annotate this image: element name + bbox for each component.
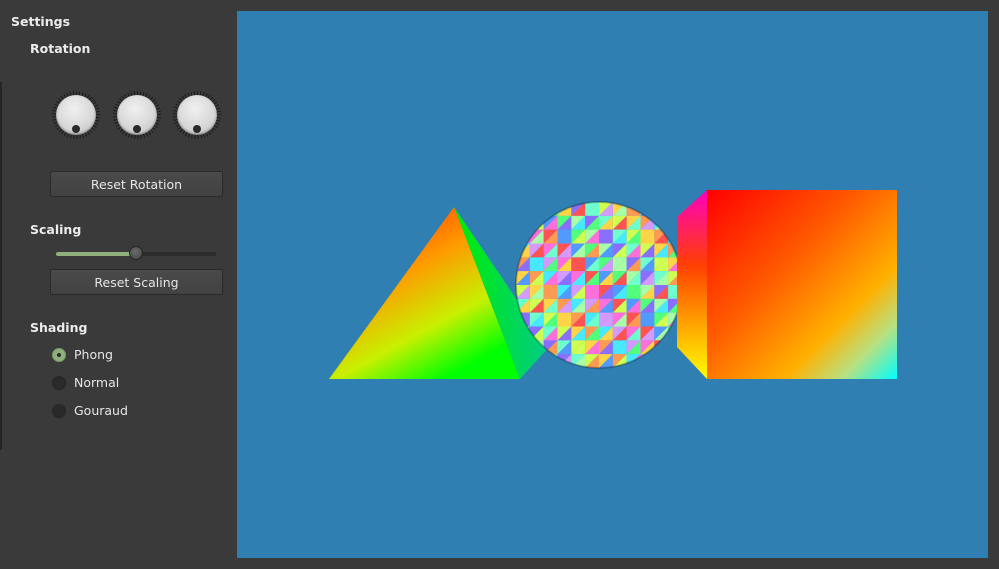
rotation-y-dial[interactable] xyxy=(113,91,161,139)
dial-indicator xyxy=(72,125,80,133)
sphere-facet xyxy=(668,354,682,368)
sphere-facet xyxy=(654,202,669,216)
shading-normal-label[interactable]: Normal xyxy=(74,375,119,390)
scene-render xyxy=(329,190,897,379)
settings-panel: Settings Rotation Reset Rotation Scaling… xyxy=(0,0,236,569)
sphere-facet xyxy=(668,354,682,368)
reset-scaling-button[interactable]: Reset Scaling xyxy=(50,269,223,295)
shading-group-title: Shading xyxy=(30,320,88,335)
sphere-facet xyxy=(654,354,669,368)
dial-indicator xyxy=(193,125,201,133)
shading-normal-radio[interactable] xyxy=(52,376,66,390)
reset-rotation-button[interactable]: Reset Rotation xyxy=(50,171,223,197)
sphere-facet xyxy=(516,215,530,230)
sphere-facet xyxy=(516,215,530,230)
rotation-group-title: Rotation xyxy=(30,41,91,56)
shading-phong-radio[interactable] xyxy=(52,348,66,362)
app-window: Settings Rotation Reset Rotation Scaling… xyxy=(0,0,999,569)
shading-phong-label[interactable]: Phong xyxy=(74,347,113,362)
shading-gouraud-label[interactable]: Gouraud xyxy=(74,403,128,418)
sphere xyxy=(515,201,683,369)
sphere-facet xyxy=(529,202,544,216)
scaling-slider-fill xyxy=(56,252,136,256)
gl-viewport[interactable] xyxy=(237,11,988,558)
dial-indicator xyxy=(133,125,141,133)
sphere-facet xyxy=(668,202,682,216)
sphere-facet xyxy=(529,202,544,216)
sphere-facet xyxy=(668,202,682,216)
settings-title: Settings xyxy=(11,14,71,29)
rotation-z-dial[interactable] xyxy=(173,91,221,139)
scaling-slider-handle[interactable] xyxy=(129,246,143,260)
sphere-facet xyxy=(654,354,669,368)
scaling-group-title: Scaling xyxy=(30,222,82,237)
panel-edge xyxy=(0,82,2,450)
sphere-facet xyxy=(516,202,530,216)
sphere-facet xyxy=(516,202,530,216)
cube xyxy=(677,190,897,379)
sphere-facet xyxy=(654,202,669,216)
shading-gouraud-radio[interactable] xyxy=(52,404,66,418)
rotation-x-dial[interactable] xyxy=(52,91,100,139)
